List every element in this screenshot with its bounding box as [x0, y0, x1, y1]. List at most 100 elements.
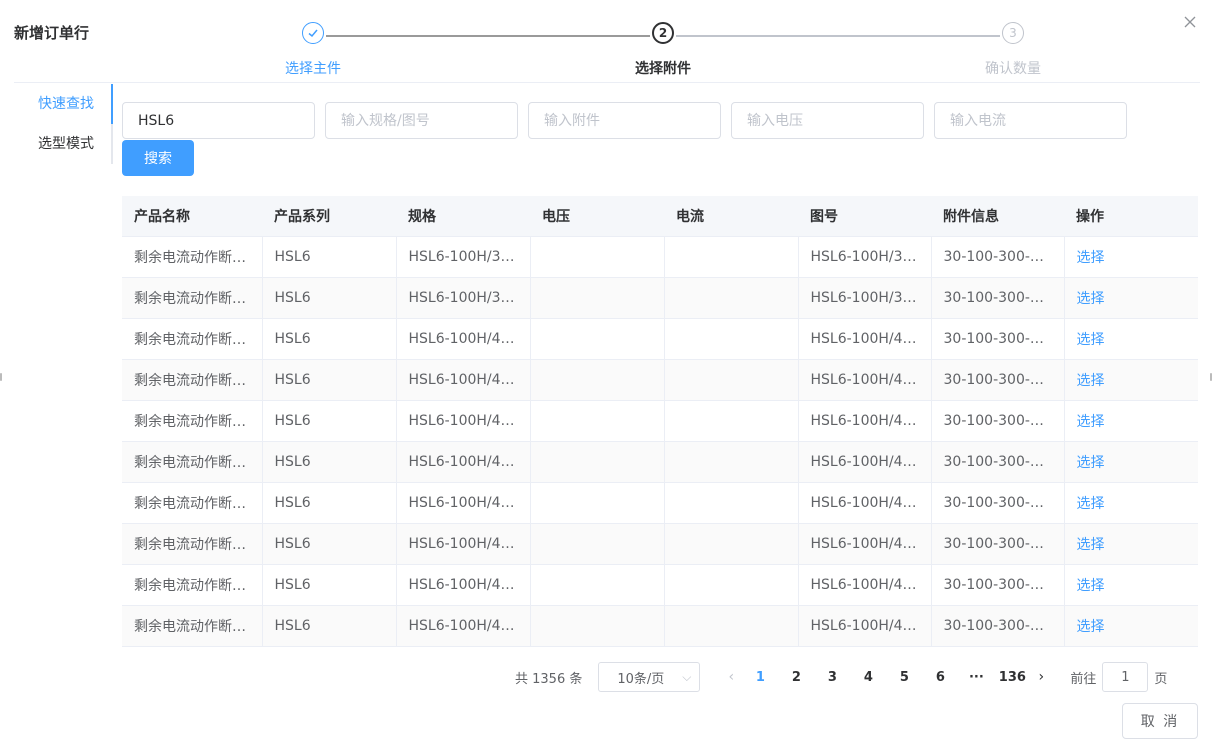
chevron-left-icon[interactable]: ‹: [720, 669, 742, 685]
table-cell: HSL6-100H/3300: [396, 236, 531, 278]
check-icon: [308, 29, 318, 38]
table-row: 剩余电流动作断路器 HSL6 HSL6-100H/4300 HSL6-100H/430…: [122, 523, 1198, 565]
table-cell: HSL6-100H/4300: [798, 523, 932, 565]
table-cell: 选择: [1064, 605, 1198, 647]
goto-page-input[interactable]: [1102, 662, 1149, 692]
select-link[interactable]: 选择: [1077, 291, 1105, 307]
table-cell: 剩余电流动作断路器: [122, 482, 263, 524]
table-cell: HSL6-100H/4300: [396, 564, 531, 606]
page-136[interactable]: 136: [994, 670, 1030, 685]
spec-input[interactable]: [325, 102, 518, 139]
voltage-input[interactable]: [731, 102, 924, 139]
accessory-input[interactable]: [528, 102, 721, 139]
page-1[interactable]: 1: [742, 670, 778, 685]
page-6[interactable]: 6: [922, 670, 958, 685]
select-link[interactable]: 选择: [1077, 414, 1105, 430]
chevron-right-icon[interactable]: ›: [1030, 669, 1052, 685]
table-cell: HSL6-100H/4300: [396, 400, 531, 442]
table-cell: [664, 482, 799, 524]
table-header-row: 产品名称 产品系列 规格 电压 电流 图号 附件信息 操作: [122, 196, 1198, 237]
product-table: 产品名称 产品系列 规格 电压 电流 图号 附件信息 操作 剩余电流动作断路器 H…: [122, 196, 1198, 647]
table-cell: [664, 523, 799, 565]
table-cell: HSL6-100H/3300: [798, 236, 932, 278]
select-link[interactable]: 选择: [1077, 250, 1105, 266]
step-connector: [676, 35, 1000, 37]
select-link[interactable]: 选择: [1077, 373, 1105, 389]
page-5[interactable]: 5: [886, 670, 922, 685]
table-cell: 选择: [1064, 441, 1198, 483]
table-cell: [530, 523, 665, 565]
table-cell: 剩余电流动作断路器: [122, 359, 263, 401]
table-cell: 30-100-300-500mA: [931, 277, 1065, 319]
table-cell: [530, 605, 665, 647]
current-input[interactable]: [934, 102, 1127, 139]
table-cell: [530, 482, 665, 524]
page-ellipsis[interactable]: ···: [958, 670, 994, 685]
table-cell: HSL6-100H/4300: [798, 605, 932, 647]
table-cell: HSL6: [262, 441, 397, 483]
goto-prefix: 前往: [1070, 671, 1097, 687]
table-cell: 剩余电流动作断路器: [122, 564, 263, 606]
table-cell: 选择: [1064, 482, 1198, 524]
page-2[interactable]: 2: [778, 670, 814, 685]
table-cell: 剩余电流动作断路器: [122, 523, 263, 565]
column-header: 规格: [396, 196, 530, 237]
table-row: 剩余电流动作断路器 HSL6 HSL6-100H/4300 HSL6-100H/430…: [122, 482, 1198, 524]
table-cell: 剩余电流动作断路器: [122, 400, 263, 442]
table-cell: [664, 564, 799, 606]
page-size-value: 10条/页: [617, 671, 665, 687]
table-cell: HSL6: [262, 318, 397, 360]
column-header: 电流: [664, 196, 798, 237]
select-link[interactable]: 选择: [1077, 578, 1105, 594]
steps: 选择主件 2 选择附件 3 确认数量: [0, 22, 1212, 82]
table-cell: 30-100-300-500mA: [931, 482, 1065, 524]
select-link[interactable]: 选择: [1077, 332, 1105, 348]
table-cell: 30-100-300-500mA: [931, 359, 1065, 401]
page-3[interactable]: 3: [814, 670, 850, 685]
table-cell: 选择: [1064, 359, 1198, 401]
table-cell: 30-100-300-500mA: [931, 523, 1065, 565]
step-circle: 2: [652, 22, 674, 44]
tab-selection-mode[interactable]: 选型模式: [14, 124, 112, 164]
table-cell: 选择: [1064, 400, 1198, 442]
table-cell: HSL6-100H/4300: [396, 441, 531, 483]
total-count: 共 1356 条: [515, 671, 583, 687]
table-cell: [664, 359, 799, 401]
table-cell: 剩余电流动作断路器: [122, 441, 263, 483]
table-cell: HSL6-100H/4300: [798, 359, 932, 401]
table-cell: HSL6-100H/4300: [798, 441, 932, 483]
step-label: 确认数量: [985, 61, 1041, 77]
table-cell: 剩余电流动作断路器: [122, 277, 263, 319]
search-button[interactable]: 搜索: [122, 140, 194, 176]
select-link[interactable]: 选择: [1077, 537, 1105, 553]
select-link[interactable]: 选择: [1077, 619, 1105, 635]
select-link[interactable]: 选择: [1077, 496, 1105, 512]
page-4[interactable]: 4: [850, 670, 886, 685]
table-cell: HSL6-100H/3300: [798, 277, 932, 319]
table-cell: [664, 318, 799, 360]
table-cell: 剩余电流动作断路器: [122, 236, 263, 278]
table-cell: [530, 400, 665, 442]
column-header: 产品名称: [122, 196, 262, 237]
table-cell: HSL6: [262, 482, 397, 524]
table-cell: 剩余电流动作断路器: [122, 605, 263, 647]
table-cell: HSL6: [262, 523, 397, 565]
tab-quick-search[interactable]: 快速查找: [14, 84, 112, 124]
column-header: 附件信息: [931, 196, 1064, 237]
table-cell: HSL6-100H/4300: [396, 605, 531, 647]
side-tabs: 快速查找 选型模式: [14, 84, 112, 164]
select-link[interactable]: 选择: [1077, 455, 1105, 471]
table-cell: HSL6-100H/3300: [396, 277, 531, 319]
column-header: 操作: [1064, 196, 1198, 237]
series-input[interactable]: [122, 102, 315, 139]
table-cell: [664, 605, 799, 647]
page-size-select[interactable]: 10条/页 ⌵: [598, 662, 701, 692]
table-cell: HSL6-100H/4300: [798, 482, 932, 524]
table-cell: [664, 236, 799, 278]
table-cell: 选择: [1064, 318, 1198, 360]
table-cell: HSL6-100H/4300: [798, 318, 932, 360]
step-circle: 3: [1002, 22, 1024, 44]
cancel-button[interactable]: 取 消: [1122, 703, 1198, 739]
step-connector: [326, 35, 650, 37]
table-cell: [664, 277, 799, 319]
